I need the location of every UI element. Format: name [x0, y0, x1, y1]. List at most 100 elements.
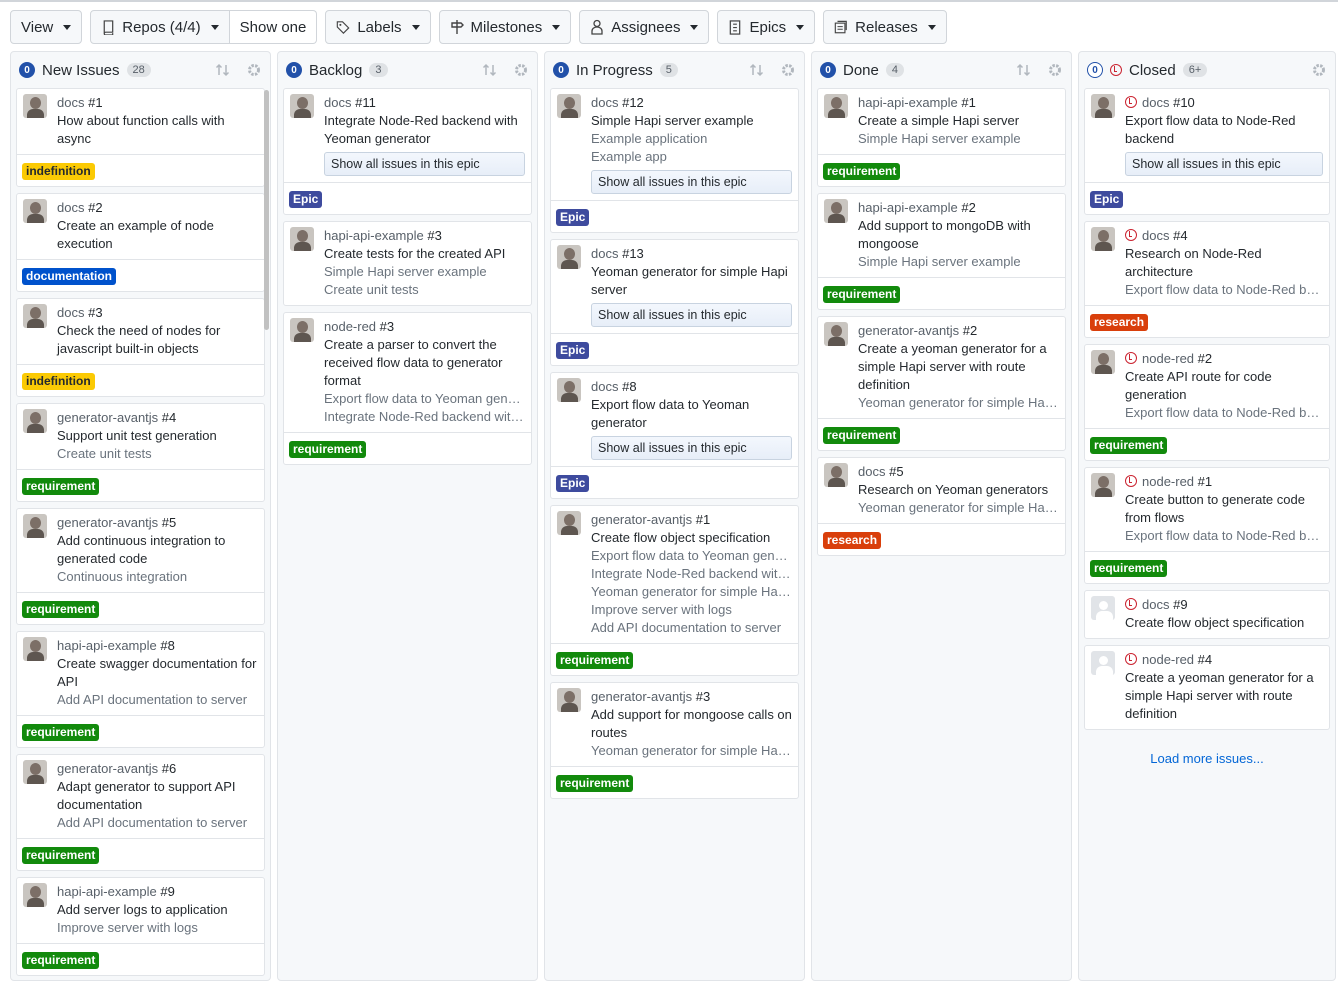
- labels-dropdown[interactable]: Labels: [325, 10, 431, 44]
- issue-title[interactable]: Yeoman generator for simple Hapi server: [591, 263, 792, 299]
- show-one-button[interactable]: Show one: [229, 10, 318, 44]
- label-requirement[interactable]: requirement: [823, 286, 901, 303]
- issue-ref[interactable]: generator-avantjs #4: [57, 409, 258, 427]
- issue-ref[interactable]: node-red #2: [1125, 350, 1323, 368]
- label-requirement[interactable]: requirement: [22, 724, 100, 741]
- gear-icon[interactable]: [1311, 62, 1327, 78]
- linked-item[interactable]: Yeoman generator for simple Hapi...: [591, 742, 792, 760]
- issue-card[interactable]: hapi-api-example #9 Add server logs to ap…: [16, 877, 265, 976]
- label-requirement[interactable]: requirement: [823, 163, 901, 180]
- issue-card[interactable]: node-red #3 Create a parser to convert th…: [283, 312, 532, 465]
- label-requirement[interactable]: requirement: [556, 652, 634, 669]
- gear-icon[interactable]: [780, 62, 796, 78]
- issue-card[interactable]: node-red #2 Create API route for code gen…: [1084, 344, 1330, 461]
- issue-card[interactable]: generator-avantjs #5 Add continuous integ…: [16, 508, 265, 625]
- issue-title[interactable]: Create button to generate code from flow…: [1125, 491, 1323, 527]
- label-epic[interactable]: Epic: [289, 191, 323, 208]
- gear-icon[interactable]: [513, 62, 529, 78]
- issue-card[interactable]: node-red #4 Create a yeoman generator for…: [1084, 645, 1330, 730]
- linked-item[interactable]: Simple Hapi server example: [858, 130, 1059, 148]
- issue-title[interactable]: Simple Hapi server example: [591, 112, 792, 130]
- epics-dropdown[interactable]: Epics: [717, 10, 816, 44]
- sort-icon[interactable]: [749, 62, 765, 78]
- issue-card[interactable]: docs #11 Integrate Node-Red backend with …: [283, 88, 532, 215]
- sort-icon[interactable]: [482, 62, 498, 78]
- issue-title[interactable]: Add support for mongoose calls on routes: [591, 706, 792, 742]
- issue-ref[interactable]: node-red #1: [1125, 473, 1323, 491]
- issue-card[interactable]: docs #2 Create an example of node executi…: [16, 193, 265, 292]
- issue-card[interactable]: docs #8 Export flow data to Yeoman genera…: [550, 372, 799, 499]
- show-epic-issues-button[interactable]: Show all issues in this epic: [324, 152, 525, 176]
- label-requirement[interactable]: requirement: [1090, 560, 1168, 577]
- load-more-link[interactable]: Load more issues...: [1084, 751, 1330, 766]
- label-requirement[interactable]: requirement: [289, 441, 367, 458]
- assignees-dropdown[interactable]: Assignees: [579, 10, 710, 44]
- issue-title[interactable]: Create tests for the created API: [324, 245, 525, 263]
- milestones-dropdown[interactable]: Milestones: [438, 10, 572, 44]
- issue-ref[interactable]: docs #8: [591, 378, 792, 396]
- linked-item[interactable]: Create unit tests: [57, 445, 258, 463]
- issue-title[interactable]: Adapt generator to support API documenta…: [57, 778, 258, 814]
- issue-title[interactable]: Add support to mongoDB with mongoose: [858, 217, 1059, 253]
- issue-title[interactable]: Create a yeoman generator for a simple H…: [858, 340, 1059, 394]
- gear-icon[interactable]: [1047, 62, 1063, 78]
- label-epic[interactable]: Epic: [556, 342, 590, 359]
- view-dropdown[interactable]: View: [10, 10, 83, 44]
- linked-item[interactable]: Export flow data to Node-Red bac...: [1125, 404, 1323, 422]
- label-requirement[interactable]: requirement: [22, 952, 100, 969]
- issue-title[interactable]: Create a yeoman generator for a simple H…: [1125, 669, 1323, 723]
- issue-card[interactable]: generator-avantjs #3 Add support for mong…: [550, 682, 799, 799]
- linked-item[interactable]: Improve server with logs: [57, 919, 258, 937]
- issue-title[interactable]: Create a simple Hapi server: [858, 112, 1059, 130]
- repos-dropdown[interactable]: Repos (4/4): [90, 10, 230, 44]
- linked-item[interactable]: Yeoman generator for simple Hapi...: [858, 394, 1059, 412]
- issue-title[interactable]: Create API route for code generation: [1125, 368, 1323, 404]
- issue-ref[interactable]: docs #11: [324, 94, 525, 112]
- issue-card[interactable]: generator-avantjs #2 Create a yeoman gene…: [817, 316, 1066, 451]
- issue-card[interactable]: generator-avantjs #4 Support unit test ge…: [16, 403, 265, 502]
- sort-icon[interactable]: [1016, 62, 1032, 78]
- linked-item[interactable]: Integrate Node-Red backend with ...: [324, 408, 525, 426]
- issue-ref[interactable]: docs #12: [591, 94, 792, 112]
- issue-card[interactable]: node-red #1 Create button to generate cod…: [1084, 467, 1330, 584]
- issue-card[interactable]: hapi-api-example #1 Create a simple Hapi …: [817, 88, 1066, 187]
- issue-title[interactable]: Export flow data to Yeoman generator: [591, 396, 792, 432]
- issue-card[interactable]: hapi-api-example #3 Create tests for the …: [283, 221, 532, 306]
- issue-ref[interactable]: docs #4: [1125, 227, 1323, 245]
- label-requirement[interactable]: requirement: [22, 601, 100, 618]
- issue-title[interactable]: Integrate Node-Red backend with Yeoman g…: [324, 112, 525, 148]
- linked-item[interactable]: Create unit tests: [324, 281, 525, 299]
- linked-item[interactable]: Example application: [591, 130, 792, 148]
- linked-item[interactable]: Add API documentation to server: [57, 691, 258, 709]
- issue-ref[interactable]: node-red #3: [324, 318, 525, 336]
- issue-ref[interactable]: hapi-api-example #8: [57, 637, 258, 655]
- label-documentation[interactable]: documentation: [22, 268, 116, 285]
- issue-ref[interactable]: hapi-api-example #2: [858, 199, 1059, 217]
- issue-title[interactable]: How about function calls with async: [57, 112, 258, 148]
- issue-card[interactable]: docs #13 Yeoman generator for simple Hapi…: [550, 239, 799, 366]
- label-requirement[interactable]: requirement: [22, 478, 100, 495]
- issue-ref[interactable]: docs #10: [1125, 94, 1323, 112]
- issue-title[interactable]: Export flow data to Node-Red backend: [1125, 112, 1323, 148]
- issue-card[interactable]: generator-avantjs #6 Adapt generator to s…: [16, 754, 265, 871]
- linked-item[interactable]: Integrate Node-Red backend with ...: [591, 565, 792, 583]
- scrollbar[interactable]: [264, 90, 269, 330]
- issue-title[interactable]: Research on Node-Red architecture: [1125, 245, 1323, 281]
- show-epic-issues-button[interactable]: Show all issues in this epic: [591, 303, 792, 327]
- issue-card[interactable]: hapi-api-example #2 Add support to mongoD…: [817, 193, 1066, 310]
- issue-title[interactable]: Create flow object specification: [591, 529, 792, 547]
- issue-card[interactable]: docs #10 Export flow data to Node-Red bac…: [1084, 88, 1330, 215]
- label-requirement[interactable]: requirement: [1090, 437, 1168, 454]
- show-epic-issues-button[interactable]: Show all issues in this epic: [591, 170, 792, 194]
- sort-icon[interactable]: [215, 62, 231, 78]
- issue-title[interactable]: Support unit test generation: [57, 427, 258, 445]
- linked-item[interactable]: Export flow data to Node-Red bac...: [1125, 281, 1323, 299]
- issue-card[interactable]: docs #1 How about function calls with asy…: [16, 88, 265, 187]
- linked-item[interactable]: Export flow data to Yeoman gener...: [591, 547, 792, 565]
- issue-ref[interactable]: hapi-api-example #1: [858, 94, 1059, 112]
- issue-card[interactable]: docs #4 Research on Node-Red architecture…: [1084, 221, 1330, 338]
- issue-ref[interactable]: generator-avantjs #3: [591, 688, 792, 706]
- issue-title[interactable]: Add continuous integration to generated …: [57, 532, 258, 568]
- issue-ref[interactable]: node-red #4: [1125, 651, 1323, 669]
- issue-title[interactable]: Add server logs to application: [57, 901, 258, 919]
